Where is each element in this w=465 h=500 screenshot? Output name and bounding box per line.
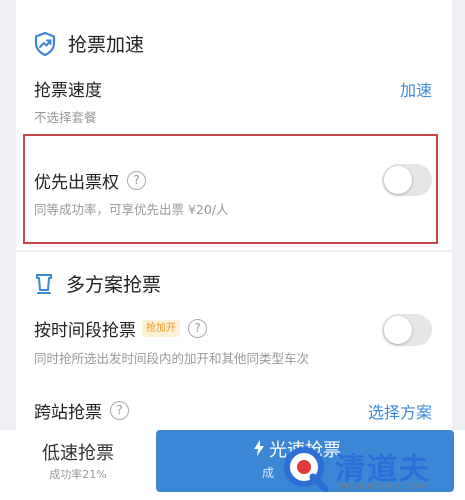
slow-grab-rate: 成功率21% <box>49 468 107 481</box>
section-header-multi-plan: 多方案抢票 <box>34 270 161 297</box>
speed-label: 抢票速度 <box>34 81 102 101</box>
shield-speed-icon <box>34 31 56 56</box>
section-title: 抢票加速 <box>68 34 145 56</box>
cross-label: 跨站抢票 <box>34 403 102 423</box>
toggle-knob <box>384 316 412 344</box>
priority-row: 优先出票权 ? <box>34 168 146 193</box>
timeslot-toggle[interactable] <box>382 314 432 346</box>
priority-toggle[interactable] <box>382 164 432 196</box>
seat-icon <box>34 273 54 295</box>
slow-grab-label: 低速抢票 <box>42 443 114 464</box>
watermark: 清道夫 WWW.QDFUJI.COM <box>280 446 460 496</box>
toggle-knob <box>384 166 412 194</box>
cross-row: 跨站抢票 ? <box>34 398 129 423</box>
priority-label: 优先出票权 <box>34 173 119 193</box>
ticket-acceleration-card: 抢票加速 抢票速度 不选择套餐 加速 优先出票权 ? 同等成功率，可享优先出票 … <box>16 0 452 250</box>
choose-plan-link[interactable]: 选择方案 <box>368 399 432 423</box>
timeslot-desc: 同时抢所选出发时间段内的加开和其他同类型车次 <box>34 351 310 366</box>
timeslot-badge: 抢加开 <box>142 320 180 337</box>
slow-grab-button[interactable]: 低速抢票 成功率21% <box>0 430 156 500</box>
fast-grab-rate: 成 <box>262 466 275 480</box>
section-title: 多方案抢票 <box>66 274 162 296</box>
priority-desc: 同等成功率，可享优先出票 ¥20/人 <box>34 202 229 217</box>
section-header-acceleration: 抢票加速 <box>34 30 144 57</box>
help-circle-icon[interactable]: ? <box>110 401 129 420</box>
watermark-url: WWW.QDFUJI.COM <box>338 482 427 491</box>
timeslot-row: 按时间段抢票 抢加开 ? <box>34 316 207 341</box>
watermark-logo <box>284 447 329 492</box>
help-circle-icon[interactable]: ? <box>127 171 146 190</box>
multi-plan-card: 多方案抢票 按时间段抢票 抢加开 ? 同时抢所选出发时间段内的加开和其他同类型车… <box>16 252 452 430</box>
timeslot-label: 按时间段抢票 <box>34 321 136 341</box>
accelerate-link[interactable]: 加速 <box>400 77 432 101</box>
speed-sub: 不选择套餐 <box>34 110 97 125</box>
help-circle-icon[interactable]: ? <box>188 319 207 338</box>
